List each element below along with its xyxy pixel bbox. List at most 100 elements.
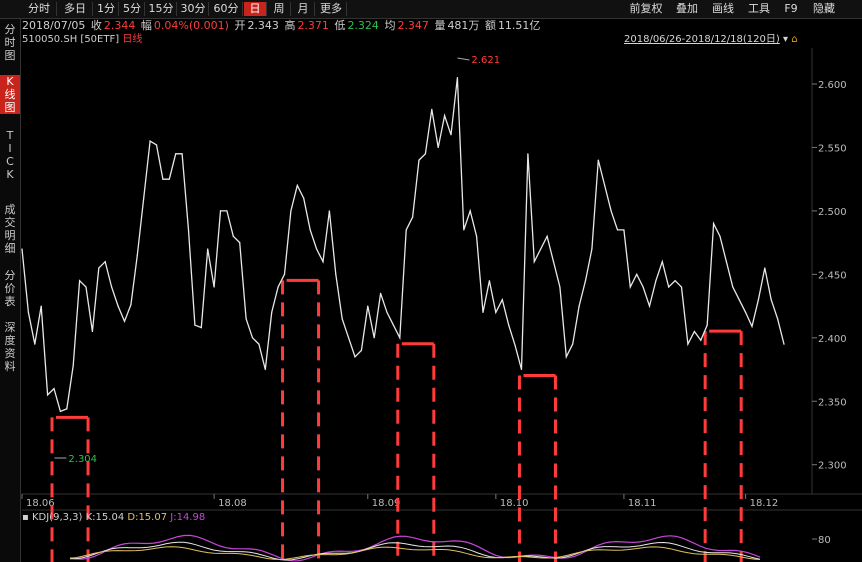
price-point bbox=[463, 229, 465, 231]
sidebar-item-1[interactable]: K线图 bbox=[0, 75, 20, 114]
period-tab-8[interactable]: 周 bbox=[268, 2, 290, 16]
price-point bbox=[604, 184, 606, 187]
toolbar-action-0[interactable]: 前复权 bbox=[624, 2, 668, 16]
price-point bbox=[226, 210, 228, 212]
price-point bbox=[636, 273, 638, 275]
sidebar-item-3[interactable]: 成交明细 bbox=[0, 203, 20, 255]
toolbar-action-1[interactable]: 叠加 bbox=[670, 2, 704, 16]
price-point bbox=[578, 305, 580, 307]
period-tab-9[interactable]: 月 bbox=[292, 2, 314, 16]
price-point bbox=[706, 324, 708, 326]
price-point bbox=[738, 299, 740, 301]
price-point bbox=[514, 344, 516, 347]
sidebar-item-char: 料 bbox=[4, 360, 16, 373]
dropdown-icon[interactable]: ▾ bbox=[783, 34, 788, 45]
security-info: 510050.SH [50ETF] 日线 bbox=[22, 34, 142, 46]
price-point bbox=[98, 267, 100, 269]
sidebar-item-0[interactable]: 分时图 bbox=[0, 23, 20, 62]
sidebar-item-char: 深 bbox=[4, 321, 16, 334]
toolbar-action-2[interactable]: 画线 bbox=[706, 2, 740, 16]
sidebar-item-char: 价 bbox=[4, 282, 16, 295]
toolbar-action-5[interactable]: 隐藏 bbox=[806, 2, 842, 16]
y-tick-label: 2.450 bbox=[818, 270, 847, 281]
period-tab-0[interactable]: 分时 bbox=[22, 2, 56, 16]
price-point bbox=[623, 229, 625, 231]
change-label: 幅 bbox=[140, 19, 152, 32]
toolbar-separator bbox=[144, 2, 145, 16]
y-tick-label: 2.300 bbox=[818, 461, 847, 472]
y-tick-label: 2.550 bbox=[818, 143, 847, 154]
sidebar-item-char: 资 bbox=[4, 347, 16, 360]
sidebar-item-char: T bbox=[6, 129, 14, 142]
price-point bbox=[27, 311, 30, 314]
price-point bbox=[245, 318, 247, 320]
sidebar-item-4[interactable]: 分价表 bbox=[0, 269, 20, 308]
price-point bbox=[85, 286, 87, 288]
toolbar-action-4[interactable]: F9 bbox=[778, 2, 804, 16]
price-point bbox=[469, 210, 471, 212]
x-tick-label: 18.08 bbox=[218, 498, 247, 509]
price-chart[interactable]: 2.600 2.550 2.500 2.450 2.400 2.350 2.300 18.0… bbox=[0, 0, 862, 562]
period-tab-1[interactable]: 多日 bbox=[58, 2, 92, 16]
sidebar-item-char: 图 bbox=[4, 49, 16, 62]
price-point bbox=[21, 248, 23, 250]
sidebar-item-char: K bbox=[6, 168, 14, 181]
period-tab-6[interactable]: 60分 bbox=[210, 2, 242, 16]
price-point bbox=[584, 280, 587, 282]
kdj-j: J:14.98 bbox=[170, 512, 206, 523]
volume-label: 量 bbox=[434, 19, 446, 32]
period-tab-10[interactable]: 更多 bbox=[316, 2, 346, 16]
price-point bbox=[155, 144, 158, 146]
kdj-tick-label: 80 bbox=[818, 535, 831, 546]
period-tab-4[interactable]: 15分 bbox=[146, 2, 176, 16]
period-tab-2[interactable]: 1分 bbox=[94, 2, 118, 16]
toolbar-action-3[interactable]: 工具 bbox=[742, 2, 776, 16]
x-tick-label: 18.11 bbox=[628, 498, 657, 509]
sidebar-item-char: 图 bbox=[4, 101, 16, 114]
price-point bbox=[130, 304, 132, 306]
toolbar-separator bbox=[92, 2, 93, 16]
price-point bbox=[66, 408, 68, 410]
price-point bbox=[162, 178, 164, 180]
open-value: 2.343 bbox=[247, 19, 279, 32]
price-point bbox=[386, 311, 388, 314]
period-tab-5[interactable]: 30分 bbox=[178, 2, 208, 16]
price-point bbox=[194, 324, 196, 326]
price-point bbox=[546, 235, 548, 237]
period-tab-7[interactable]: 日 bbox=[244, 2, 266, 16]
price-point bbox=[322, 261, 324, 263]
kdj-settings-icon[interactable]: ▪ bbox=[22, 512, 29, 523]
change-value: 0.04%(0.001) bbox=[153, 19, 229, 32]
sidebar-item-char: 成 bbox=[4, 203, 16, 216]
kdj-label[interactable]: KDJ(9,3,3) bbox=[32, 512, 82, 523]
open-label: 开 bbox=[234, 19, 246, 32]
price-point bbox=[527, 153, 529, 155]
lock-icon[interactable]: ⌂ bbox=[791, 34, 797, 45]
sidebar-item-2[interactable]: TICK bbox=[0, 129, 20, 181]
price-point bbox=[591, 248, 593, 250]
price-point bbox=[719, 235, 721, 237]
price-point bbox=[277, 286, 279, 288]
price-point bbox=[239, 242, 241, 244]
sidebar-item-char: 度 bbox=[4, 334, 16, 347]
price-point bbox=[770, 299, 772, 301]
sidebar-item-5[interactable]: 深度资料 bbox=[0, 321, 20, 373]
toolbar-separator bbox=[242, 2, 243, 16]
date-range[interactable]: 2018/06/26-2018/12/18(120日) ▾ ⌂ bbox=[624, 34, 798, 46]
kdj-d: D:15.07 bbox=[127, 512, 168, 523]
low-label: 低 bbox=[334, 19, 346, 32]
price-point bbox=[444, 115, 446, 117]
price-point bbox=[744, 311, 747, 314]
period-tab-3[interactable]: 5分 bbox=[120, 2, 144, 16]
sidebar-item-char: 时 bbox=[4, 36, 16, 49]
price-point bbox=[303, 197, 305, 199]
price-point bbox=[290, 210, 292, 212]
price-point bbox=[629, 286, 631, 288]
price-point bbox=[552, 261, 555, 263]
price-point bbox=[655, 280, 657, 282]
price-point bbox=[187, 229, 190, 231]
price-point bbox=[418, 159, 420, 161]
sidebar-item-char: 分 bbox=[4, 23, 16, 36]
price-point bbox=[379, 292, 382, 294]
sidebar-item-char: 明 bbox=[4, 229, 16, 242]
